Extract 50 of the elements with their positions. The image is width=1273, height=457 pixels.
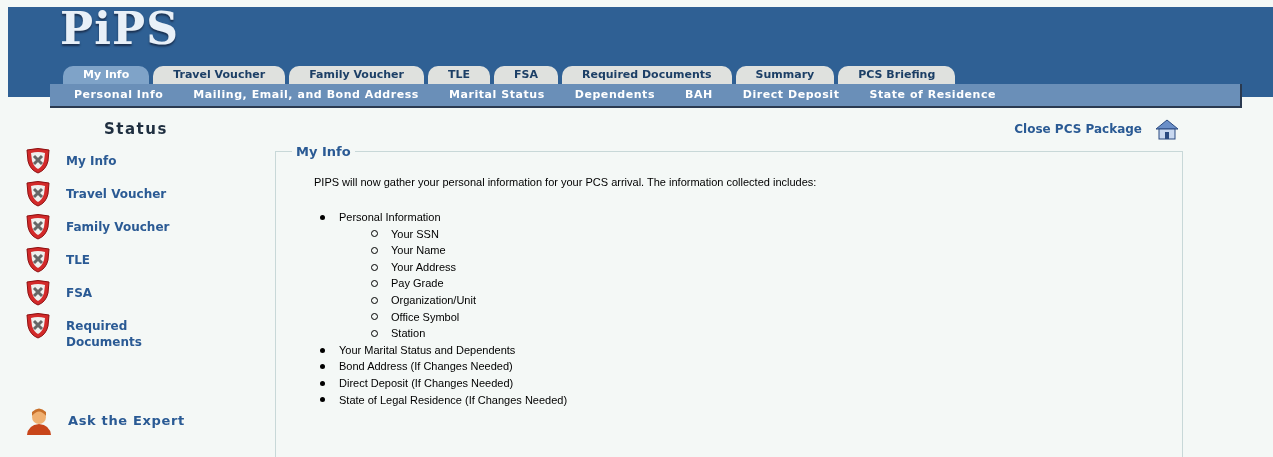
nav-tab[interactable]: Travel Voucher [153,66,286,84]
intro-text: PIPS will now gather your personal information for your PCS arrival. The information collected includes: [314,174,818,190]
list-item: Office Symbol [391,309,460,325]
nav-tab[interactable]: Family Voucher [289,66,424,84]
nav-tab[interactable]: PCS Briefing [838,66,956,84]
nav-tab[interactable]: TLE [428,66,490,84]
bullet-icon [320,347,325,353]
list-item: Your Address [391,259,457,275]
status-heading: Status [104,119,169,140]
shield-x-icon [24,311,52,340]
list-item: Station [391,326,426,342]
list-item: Personal Information [339,210,441,225]
list-item: Organization/Unit [391,292,476,308]
bullet-icon [320,364,325,370]
status-link[interactable]: FSA [66,284,186,301]
ask-expert-link[interactable]: Ask the Expert [68,410,185,431]
sub-nav-link[interactable]: BAH [685,86,713,104]
close-package-link[interactable]: Close PCS Package [1014,120,1142,138]
status-link[interactable]: TLE [66,251,186,268]
list-item: Pay Grade [391,276,444,292]
sub-nav-link[interactable]: Dependents [574,86,655,104]
nav-tab[interactable]: Required Documents [561,66,732,84]
shield-x-icon [24,245,52,274]
sub-nav-link[interactable]: Personal Info [74,86,164,104]
sub-nav-link[interactable]: State of Residence [869,86,997,104]
list-item: Your Marital Status and Dependents [339,342,516,358]
shield-x-icon [24,179,52,208]
list-item: Your Name [391,243,446,259]
bullet-icon [320,397,325,403]
app-logo: PiPS [60,7,180,51]
bullet-icon [320,214,325,220]
nav-tab[interactable]: Summary [735,66,835,84]
list-item: Your SSN [391,226,439,242]
panel-legend: My Info [292,142,355,162]
bullet-icon [320,380,325,386]
status-link[interactable]: Required Documents [66,317,186,350]
shield-x-icon [24,278,52,307]
sub-nav-link[interactable]: Mailing, Email, and Bond Address [193,86,419,104]
shield-x-icon [24,146,52,175]
status-link[interactable]: Family Voucher [66,218,186,235]
status-link[interactable]: My Info [66,152,186,169]
sub-nav-link[interactable]: Marital Status [448,86,545,104]
sub-nav-link[interactable]: Direct Deposit [742,86,840,104]
list-item: State of Legal Residence (If Changes Needed) [339,392,568,408]
home-icon [1154,118,1180,140]
list-item: Direct Deposit (If Changes Needed) [339,375,514,391]
status-link[interactable]: Travel Voucher [66,185,186,202]
nav-tab[interactable]: FSA [494,66,558,84]
shield-x-icon [24,212,52,241]
list-item: Bond Address (If Changes Needed) [339,359,513,375]
